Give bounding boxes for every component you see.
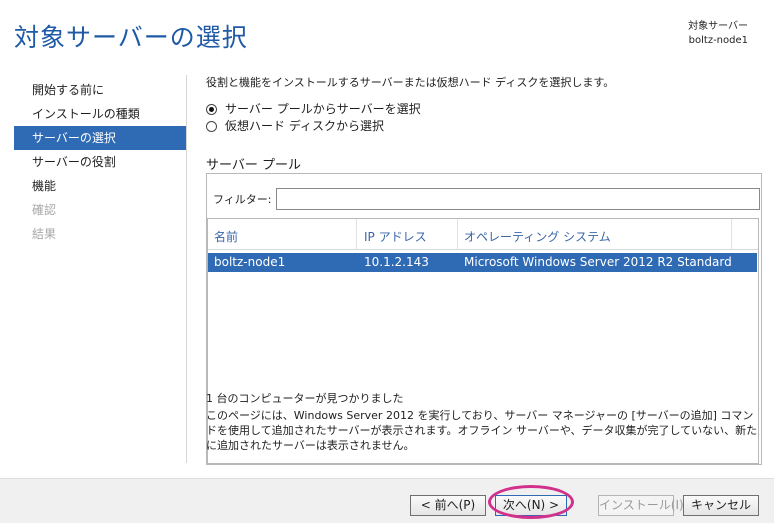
highlight-ring-annotation	[488, 485, 574, 519]
radio-server-pool[interactable]: サーバー プールからサーバーを選択	[206, 101, 762, 118]
server-pool-title: サーバー プール	[206, 158, 302, 173]
radio-server-pool-label: サーバー プールからサーバーを選択	[225, 102, 421, 116]
cancel-button[interactable]: キャンセル	[683, 495, 759, 516]
cell-os: Microsoft Windows Server 2012 R2 Standar…	[464, 255, 732, 269]
table-row[interactable]: boltz-node1 10.1.2.143 Microsoft Windows…	[208, 253, 757, 272]
nav-item-results: 結果	[32, 227, 57, 241]
main-content: 役割と機能をインストールするサーバーまたは仮想ハード ディスクを選択します。 サ…	[206, 74, 762, 465]
page-title: 対象サーバーの選択	[14, 23, 248, 52]
cell-name: boltz-node1	[214, 255, 286, 269]
column-header-ip[interactable]: IP アドレス	[364, 228, 427, 245]
radio-button-checked-icon[interactable]	[206, 104, 217, 115]
nav-item-server-selection[interactable]: サーバーの選択	[14, 126, 186, 150]
install-button: インストール(I)	[598, 495, 684, 516]
wizard-nav: 開始する前に インストールの種類 サーバーの選択 サーバーの役割 機能 確認 結…	[14, 78, 186, 246]
info-note: このページには、Windows Server 2012 を実行しており、サーバー…	[206, 409, 758, 452]
filter-input[interactable]	[275, 188, 760, 210]
nav-item-server-roles[interactable]: サーバーの役割	[14, 150, 186, 174]
cell-ip: 10.1.2.143	[364, 255, 429, 269]
filter-label: フィルター:	[213, 193, 272, 206]
nav-item-features[interactable]: 機能	[14, 174, 186, 198]
nav-item-installation-type[interactable]: インストールの種類	[14, 102, 186, 126]
column-separator	[356, 219, 357, 249]
found-count-text: 1 台のコンピューターが見つかりました	[206, 392, 404, 405]
column-header-name[interactable]: 名前	[214, 228, 238, 245]
nav-divider	[186, 75, 187, 463]
column-separator	[731, 219, 732, 249]
column-header-os[interactable]: オペレーティング システム	[464, 228, 611, 245]
radio-vhd-label: 仮想ハード ディスクから選択	[225, 119, 384, 133]
target-server-value: boltz-node1	[688, 35, 748, 46]
nav-item-confirmation: 確認	[32, 203, 57, 217]
description-text: 役割と機能をインストールするサーバーまたは仮想ハード ディスクを選択します。	[206, 76, 615, 89]
target-server-label: 対象サーバー	[688, 21, 748, 32]
grid-header: 名前 IP アドレス オペレーティング システム	[208, 219, 758, 250]
column-separator	[457, 219, 458, 249]
radio-button-icon[interactable]	[206, 121, 217, 132]
footer-bar: < 前へ(P) 次へ(N) > インストール(I) キャンセル	[0, 478, 774, 523]
filter-row: フィルター:	[213, 188, 760, 210]
nav-item-before-you-begin[interactable]: 開始する前に	[14, 78, 186, 102]
previous-button[interactable]: < 前へ(P)	[410, 495, 486, 516]
radio-vhd[interactable]: 仮想ハード ディスクから選択	[206, 118, 762, 135]
target-server-box: 対象サーバー boltz-node1	[688, 20, 748, 48]
